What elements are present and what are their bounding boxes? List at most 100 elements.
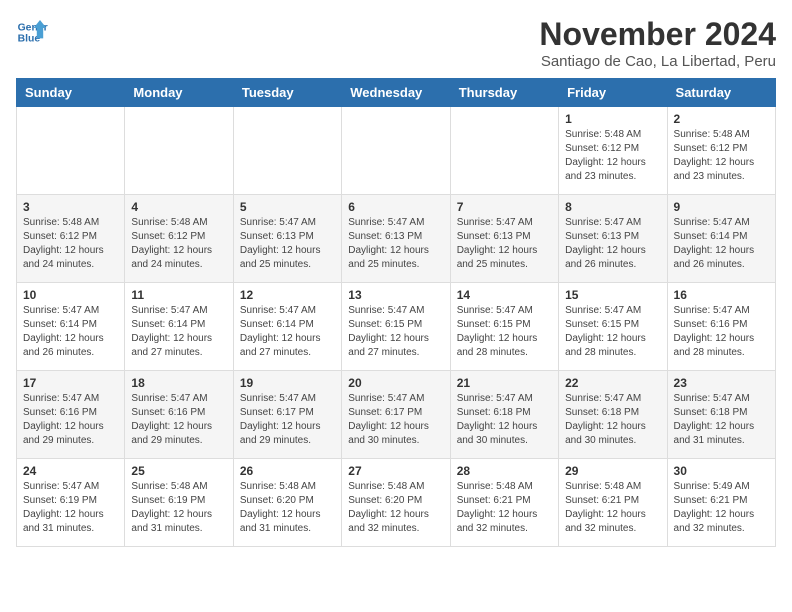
day-info: Sunrise: 5:48 AM Sunset: 6:21 PM Dayligh… xyxy=(565,480,660,536)
day-number: 2 xyxy=(674,112,769,126)
weekday-header-friday: Friday xyxy=(559,79,667,107)
calendar-cell: 6 Sunrise: 5:47 AM Sunset: 6:13 PM Daylig… xyxy=(342,195,450,283)
day-info: Sunrise: 5:47 AM Sunset: 6:18 PM Dayligh… xyxy=(457,392,552,448)
calendar-cell: 5Sunrise: 5:47 AM Sunset: 6:13 PM Daylig… xyxy=(233,195,341,283)
calendar-cell: 3 Sunrise: 5:48 AM Sunset: 6:12 PM Daylig… xyxy=(17,195,125,283)
day-number: 24 xyxy=(23,464,118,478)
day-number: 3 xyxy=(23,200,118,214)
day-number: 8 xyxy=(565,200,660,214)
calendar-cell xyxy=(233,107,341,195)
calendar-cell: 20 Sunrise: 5:47 AM Sunset: 6:17 PM Dayli… xyxy=(342,371,450,459)
weekday-header-thursday: Thursday xyxy=(450,79,558,107)
day-info: Sunrise: 5:49 AM Sunset: 6:21 PM Dayligh… xyxy=(674,480,769,536)
day-info: Sunrise: 5:48 AM Sunset: 6:20 PM Dayligh… xyxy=(240,480,335,536)
day-info: Sunrise: 5:48 AM Sunset: 6:12 PM Dayligh… xyxy=(131,216,226,272)
title-section: November 2024 Santiago de Cao, La Libert… xyxy=(539,16,776,70)
calendar-cell: 10Sunrise: 5:47 AM Sunset: 6:14 PM Dayli… xyxy=(17,283,125,371)
calendar-cell: 16 Sunrise: 5:47 AM Sunset: 6:16 PM Dayli… xyxy=(667,283,775,371)
calendar-cell xyxy=(17,107,125,195)
day-info: Sunrise: 5:47 AM Sunset: 6:18 PM Dayligh… xyxy=(674,392,769,448)
day-number: 7 xyxy=(457,200,552,214)
calendar-cell xyxy=(342,107,450,195)
calendar-cell: 23 Sunrise: 5:47 AM Sunset: 6:18 PM Dayli… xyxy=(667,371,775,459)
day-number: 18 xyxy=(131,376,226,390)
calendar-cell: 1 Sunrise: 5:48 AM Sunset: 6:12 PM Daylig… xyxy=(559,107,667,195)
calendar-cell xyxy=(450,107,558,195)
day-info: Sunrise: 5:47 AM Sunset: 6:16 PM Dayligh… xyxy=(131,392,226,448)
day-number: 14 xyxy=(457,288,552,302)
calendar-cell: 8 Sunrise: 5:47 AM Sunset: 6:13 PM Daylig… xyxy=(559,195,667,283)
day-number: 19 xyxy=(240,376,335,390)
calendar-cell: 28 Sunrise: 5:48 AM Sunset: 6:21 PM Dayli… xyxy=(450,459,558,547)
week-row: 24Sunrise: 5:47 AM Sunset: 6:19 PM Dayli… xyxy=(17,459,776,547)
day-info: Sunrise: 5:47 AM Sunset: 6:13 PM Dayligh… xyxy=(348,216,443,272)
day-number: 13 xyxy=(348,288,443,302)
day-number: 11 xyxy=(131,288,226,302)
day-number: 20 xyxy=(348,376,443,390)
calendar-cell: 21 Sunrise: 5:47 AM Sunset: 6:18 PM Dayli… xyxy=(450,371,558,459)
day-number: 6 xyxy=(348,200,443,214)
calendar-subtitle: Santiago de Cao, La Libertad, Peru xyxy=(539,53,776,70)
weekday-header-monday: Monday xyxy=(125,79,233,107)
logo-icon: General Blue xyxy=(16,16,48,48)
calendar-cell: 18 Sunrise: 5:47 AM Sunset: 6:16 PM Dayli… xyxy=(125,371,233,459)
calendar-cell: 17 Sunrise: 5:47 AM Sunset: 6:16 PM Dayli… xyxy=(17,371,125,459)
day-number: 28 xyxy=(457,464,552,478)
weekday-header-saturday: Saturday xyxy=(667,79,775,107)
week-row: 17 Sunrise: 5:47 AM Sunset: 6:16 PM Dayli… xyxy=(17,371,776,459)
day-info: Sunrise: 5:47 AM Sunset: 6:14 PM Dayligh… xyxy=(23,304,118,360)
day-info: Sunrise: 5:47 AM Sunset: 6:15 PM Dayligh… xyxy=(348,304,443,360)
day-info: Sunrise: 5:47 AM Sunset: 6:14 PM Dayligh… xyxy=(131,304,226,360)
day-info: Sunrise: 5:47 AM Sunset: 6:16 PM Dayligh… xyxy=(23,392,118,448)
day-number: 9 xyxy=(674,200,769,214)
day-number: 29 xyxy=(565,464,660,478)
day-number: 26 xyxy=(240,464,335,478)
day-number: 15 xyxy=(565,288,660,302)
calendar-cell: 7 Sunrise: 5:47 AM Sunset: 6:13 PM Daylig… xyxy=(450,195,558,283)
day-info: Sunrise: 5:48 AM Sunset: 6:21 PM Dayligh… xyxy=(457,480,552,536)
calendar-cell: 22Sunrise: 5:47 AM Sunset: 6:18 PM Dayli… xyxy=(559,371,667,459)
day-info: Sunrise: 5:47 AM Sunset: 6:14 PM Dayligh… xyxy=(240,304,335,360)
calendar-cell: 15 Sunrise: 5:47 AM Sunset: 6:15 PM Dayli… xyxy=(559,283,667,371)
calendar-cell: 29 Sunrise: 5:48 AM Sunset: 6:21 PM Dayli… xyxy=(559,459,667,547)
calendar-cell: 25 Sunrise: 5:48 AM Sunset: 6:19 PM Dayli… xyxy=(125,459,233,547)
calendar-cell: 19 Sunrise: 5:47 AM Sunset: 6:17 PM Dayli… xyxy=(233,371,341,459)
week-row: 1 Sunrise: 5:48 AM Sunset: 6:12 PM Daylig… xyxy=(17,107,776,195)
day-number: 16 xyxy=(674,288,769,302)
day-info: Sunrise: 5:48 AM Sunset: 6:12 PM Dayligh… xyxy=(565,128,660,184)
calendar-cell: 26 Sunrise: 5:48 AM Sunset: 6:20 PM Dayli… xyxy=(233,459,341,547)
day-info: Sunrise: 5:48 AM Sunset: 6:20 PM Dayligh… xyxy=(348,480,443,536)
calendar-cell: 14Sunrise: 5:47 AM Sunset: 6:15 PM Dayli… xyxy=(450,283,558,371)
weekday-header-wednesday: Wednesday xyxy=(342,79,450,107)
day-info: Sunrise: 5:47 AM Sunset: 6:13 PM Dayligh… xyxy=(457,216,552,272)
week-row: 10Sunrise: 5:47 AM Sunset: 6:14 PM Dayli… xyxy=(17,283,776,371)
logo: General Blue xyxy=(16,16,48,48)
weekday-header-sunday: Sunday xyxy=(17,79,125,107)
day-number: 5 xyxy=(240,200,335,214)
day-info: Sunrise: 5:47 AM Sunset: 6:17 PM Dayligh… xyxy=(348,392,443,448)
calendar-title: November 2024 xyxy=(539,16,776,53)
calendar-cell: 9 Sunrise: 5:47 AM Sunset: 6:14 PM Daylig… xyxy=(667,195,775,283)
day-number: 25 xyxy=(131,464,226,478)
day-info: Sunrise: 5:48 AM Sunset: 6:19 PM Dayligh… xyxy=(131,480,226,536)
day-number: 27 xyxy=(348,464,443,478)
day-info: Sunrise: 5:47 AM Sunset: 6:16 PM Dayligh… xyxy=(674,304,769,360)
day-number: 21 xyxy=(457,376,552,390)
weekday-header-row: SundayMondayTuesdayWednesdayThursdayFrid… xyxy=(17,79,776,107)
day-number: 17 xyxy=(23,376,118,390)
day-number: 22 xyxy=(565,376,660,390)
day-info: Sunrise: 5:48 AM Sunset: 6:12 PM Dayligh… xyxy=(23,216,118,272)
calendar-cell: 12Sunrise: 5:47 AM Sunset: 6:14 PM Dayli… xyxy=(233,283,341,371)
calendar-cell xyxy=(125,107,233,195)
day-info: Sunrise: 5:47 AM Sunset: 6:17 PM Dayligh… xyxy=(240,392,335,448)
calendar-cell: 4Sunrise: 5:48 AM Sunset: 6:12 PM Daylig… xyxy=(125,195,233,283)
day-info: Sunrise: 5:47 AM Sunset: 6:14 PM Dayligh… xyxy=(674,216,769,272)
calendar-cell: 24Sunrise: 5:47 AM Sunset: 6:19 PM Dayli… xyxy=(17,459,125,547)
calendar-table: SundayMondayTuesdayWednesdayThursdayFrid… xyxy=(16,78,776,547)
day-info: Sunrise: 5:47 AM Sunset: 6:13 PM Dayligh… xyxy=(565,216,660,272)
day-number: 1 xyxy=(565,112,660,126)
day-info: Sunrise: 5:47 AM Sunset: 6:15 PM Dayligh… xyxy=(565,304,660,360)
weekday-header-tuesday: Tuesday xyxy=(233,79,341,107)
week-row: 3 Sunrise: 5:48 AM Sunset: 6:12 PM Daylig… xyxy=(17,195,776,283)
day-number: 23 xyxy=(674,376,769,390)
